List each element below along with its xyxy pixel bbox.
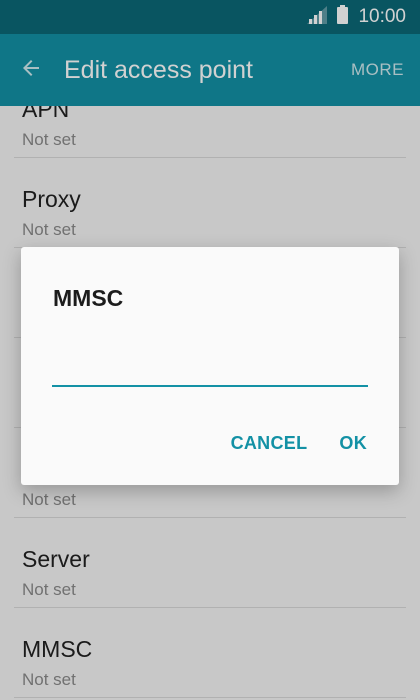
mmsc-dialog: MMSC CANCEL OK: [21, 247, 399, 485]
dialog-actions: CANCEL OK: [215, 423, 399, 463]
mmsc-input[interactable]: [52, 351, 368, 387]
dialog-title: MMSC: [53, 285, 124, 311]
ok-button[interactable]: OK: [323, 425, 399, 462]
cancel-button[interactable]: CANCEL: [215, 425, 324, 462]
